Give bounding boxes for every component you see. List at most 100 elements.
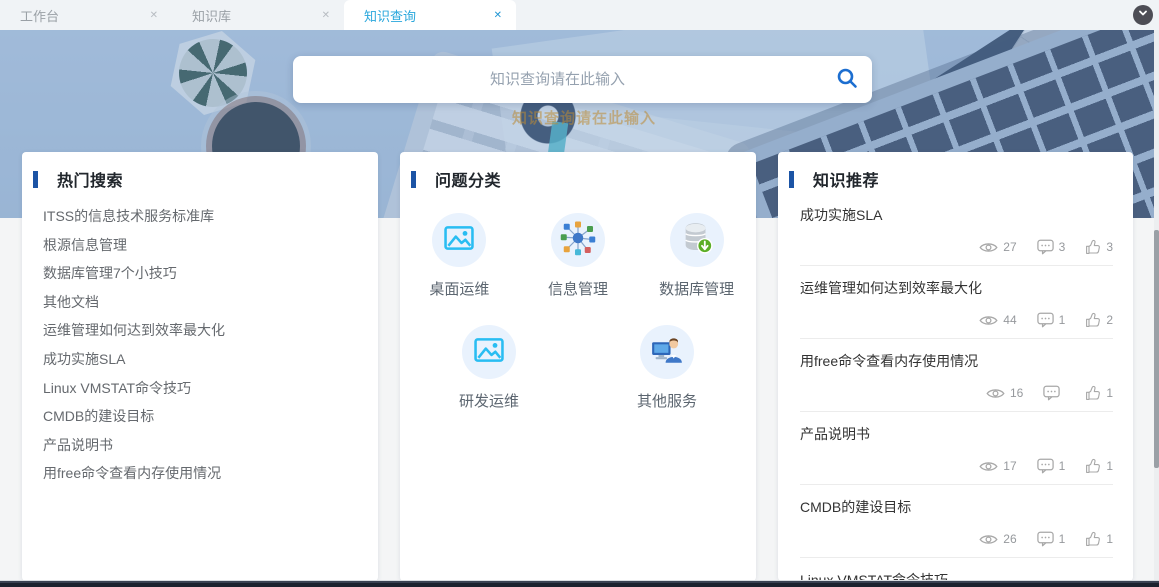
thumbs-up-icon	[1085, 458, 1101, 474]
page-scrollbar[interactable]	[1154, 30, 1159, 581]
knowledge-query-screen: 工作台 ✕ 知识库 ✕ 知识查询 ✕	[0, 0, 1159, 587]
recommend-item[interactable]: 用free命令查看内存使用情况 16	[800, 339, 1113, 412]
recommend-item-title: 成功实施SLA	[800, 205, 1113, 225]
like-count: 2	[1085, 312, 1113, 328]
search-ghost-text: 知识查询请在此输入	[512, 107, 656, 128]
comment-count: 1	[1037, 312, 1066, 328]
eye-icon	[979, 314, 998, 327]
bottom-window-edge	[0, 580, 1159, 587]
recommend-item[interactable]: Linux VMSTAT命令技巧 86	[800, 558, 1113, 581]
tab-close-icon[interactable]: ✕	[322, 10, 330, 21]
eye-icon	[979, 533, 998, 546]
database-icon	[680, 221, 714, 260]
category-row-2: 研发运维 其他服务	[400, 325, 756, 411]
category-icon-circle	[551, 213, 605, 267]
tab-list-dropdown-button[interactable]	[1133, 5, 1153, 25]
hot-search-panel: 热门搜索 ITSS的信息技术服务标准库 根源信息管理 数据库管理7个小技巧 其他…	[22, 152, 378, 581]
tab-strip: 工作台 ✕ 知识库 ✕ 知识查询 ✕	[0, 0, 516, 30]
category-header: 问题分类	[400, 152, 756, 191]
view-count: 27	[979, 240, 1016, 254]
comment-icon	[1037, 458, 1054, 474]
thumbs-up-icon	[1085, 312, 1101, 328]
accent-bar	[33, 171, 38, 188]
category-label: 桌面运维	[429, 278, 489, 299]
category-label: 研发运维	[459, 390, 519, 411]
content-cards: 热门搜索 ITSS的信息技术服务标准库 根源信息管理 数据库管理7个小技巧 其他…	[22, 152, 1133, 581]
comment-icon	[1037, 531, 1054, 547]
hot-search-header: 热门搜索	[22, 152, 378, 191]
comment-count: 1	[1037, 531, 1066, 547]
recommend-item[interactable]: 成功实施SLA 27	[800, 193, 1113, 266]
thumbs-up-icon	[1085, 385, 1101, 401]
recommend-item-title: 用free命令查看内存使用情况	[800, 351, 1113, 371]
tab[interactable]: 工作台 ✕	[0, 0, 172, 30]
network-icon	[560, 220, 596, 261]
picture-icon	[472, 333, 506, 372]
hot-search-item[interactable]: 产品说明书	[43, 431, 378, 460]
comment-count	[1043, 385, 1065, 401]
category-item[interactable]: 信息管理	[519, 213, 636, 299]
comment-count: 1	[1037, 458, 1066, 474]
accent-bar	[411, 171, 416, 188]
recommend-list: 成功实施SLA 27	[800, 193, 1113, 581]
recommend-item-stats: 26 1	[800, 531, 1113, 547]
recommend-item[interactable]: 运维管理如何达到效率最大化 44	[800, 266, 1113, 339]
search-button[interactable]	[822, 56, 872, 103]
view-count: 17	[979, 459, 1016, 473]
view-count: 16	[986, 386, 1023, 400]
hot-search-item[interactable]: 根源信息管理	[43, 231, 378, 260]
category-label: 信息管理	[548, 278, 608, 299]
comment-icon	[1043, 385, 1060, 401]
hot-search-item[interactable]: CMDB的建设目标	[43, 402, 378, 431]
category-item[interactable]: 数据库管理	[638, 213, 755, 299]
question-category-panel: 问题分类 桌面运维 信息管理	[400, 152, 756, 581]
knowledge-search-box	[293, 56, 872, 103]
knowledge-search-input[interactable]	[293, 56, 822, 103]
like-count: 1	[1085, 458, 1113, 474]
tab-label: 工作台	[20, 6, 142, 25]
chevron-down-icon	[1137, 6, 1149, 24]
category-icon-circle	[432, 213, 486, 267]
hot-search-title: 热门搜索	[57, 167, 123, 191]
tab[interactable]: 知识查询 ✕	[344, 0, 516, 30]
recommend-item-title: 产品说明书	[800, 424, 1113, 444]
view-count: 26	[979, 532, 1016, 546]
hot-search-item[interactable]: 其他文档	[43, 288, 378, 317]
eye-icon	[979, 460, 998, 473]
category-icon-circle	[670, 213, 724, 267]
category-item[interactable]: 其他服务	[596, 325, 738, 411]
magnifier-icon	[835, 66, 859, 93]
tab-close-icon[interactable]: ✕	[150, 10, 158, 21]
recommend-header: 知识推荐	[778, 152, 1133, 191]
scrollbar-thumb[interactable]	[1154, 230, 1159, 468]
hot-search-item[interactable]: 运维管理如何达到效率最大化	[43, 316, 378, 345]
hot-search-list: ITSS的信息技术服务标准库 根源信息管理 数据库管理7个小技巧 其他文档 运维…	[22, 202, 378, 488]
like-count: 3	[1085, 239, 1113, 255]
hot-search-item[interactable]: 数据库管理7个小技巧	[43, 259, 378, 288]
tab-label: 知识库	[192, 6, 314, 25]
category-item[interactable]: 桌面运维	[401, 213, 518, 299]
hot-search-item[interactable]: 成功实施SLA	[43, 345, 378, 374]
recommend-item[interactable]: 产品说明书 17	[800, 412, 1113, 485]
like-count: 1	[1085, 531, 1113, 547]
category-icon-circle	[640, 325, 694, 379]
hot-search-item[interactable]: 用free命令查看内存使用情况	[43, 459, 378, 488]
tab-close-icon[interactable]: ✕	[494, 10, 502, 21]
category-item[interactable]: 研发运维	[418, 325, 560, 411]
tab-label: 知识查询	[364, 6, 486, 25]
category-title: 问题分类	[435, 167, 501, 191]
category-label: 数据库管理	[659, 278, 734, 299]
like-count: 1	[1085, 385, 1113, 401]
hot-search-item[interactable]: ITSS的信息技术服务标准库	[43, 202, 378, 231]
picture-icon	[442, 221, 476, 260]
recommend-title: 知识推荐	[813, 167, 879, 191]
eye-icon	[979, 241, 998, 254]
tab[interactable]: 知识库 ✕	[172, 0, 344, 30]
support-person-icon	[650, 333, 684, 372]
comment-count: 3	[1037, 239, 1066, 255]
category-row-1: 桌面运维 信息管理 数据库管理	[400, 213, 756, 299]
recommend-item[interactable]: CMDB的建设目标 26	[800, 485, 1113, 558]
hot-search-item[interactable]: Linux VMSTAT命令技巧	[43, 374, 378, 403]
recommend-item-stats: 16	[800, 385, 1113, 401]
recommend-item-stats: 27 3	[800, 239, 1113, 255]
